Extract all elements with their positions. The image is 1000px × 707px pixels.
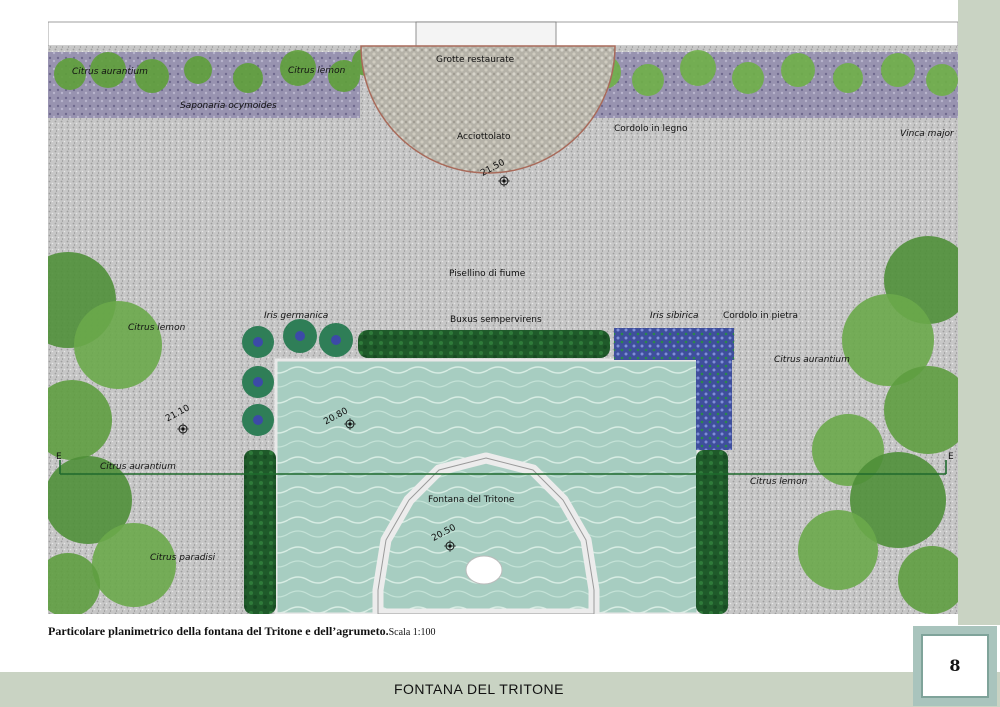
- right-side-band: [958, 0, 1000, 625]
- fountain-statue: [465, 555, 503, 585]
- label-fontana: Fontana del Tritone: [428, 495, 515, 505]
- label-citrus-aurantium-top: Citrus aurantium: [72, 67, 148, 77]
- label-acciottolato: Acciottolato: [457, 132, 511, 142]
- page-number: 8: [949, 656, 961, 675]
- site-plan: Grotte restaurate Citrus aurantium Citru…: [48, 0, 958, 614]
- caption-scale: Scala 1:100: [388, 627, 436, 638]
- label-saponaria: Saponaria ocymoides: [180, 101, 277, 111]
- label-section-right: E: [948, 452, 954, 462]
- site-plan-drawing: Grotte restaurate Citrus aurantium Citru…: [48, 21, 958, 614]
- page-number-frame: 8: [921, 634, 989, 698]
- label-buxus: Buxus sempervirens: [450, 315, 542, 325]
- label-citrus-lemon-left: Citrus lemon: [128, 323, 186, 333]
- label-citrus-lemon-right: Citrus lemon: [750, 477, 808, 487]
- label-citrus-lemon-top: Citrus lemon: [288, 66, 346, 76]
- label-section-left: E: [56, 452, 62, 462]
- label-cordolo-legno: Cordolo in legno: [614, 124, 688, 134]
- label-citrus-aurantium-left: Citrus aurantium: [100, 462, 176, 472]
- label-pisellino: Pisellino di fiume: [449, 269, 526, 279]
- label-vinca: Vinca major: [900, 129, 955, 139]
- label-citrus-paradisi: Citrus paradisi: [150, 553, 216, 563]
- buxus-hedge-top: [358, 330, 610, 358]
- label-iris-sibirica: Iris sibirica: [650, 311, 698, 321]
- footer-title: FONTANA DEL TRITONE: [393, 681, 564, 697]
- label-iris-germanica: Iris germanica: [264, 311, 328, 321]
- grotto-entrance: [415, 21, 557, 47]
- label-citrus-aurantium-right: Citrus aurantium: [774, 355, 850, 365]
- page-number-badge: 8: [913, 626, 997, 706]
- label-cordolo-pietra: Cordolo in pietra: [723, 311, 798, 321]
- plan-caption: Particolare planimetrico della fontana d…: [48, 624, 436, 639]
- label-grotte: Grotte restaurate: [436, 55, 515, 65]
- iris-sibirica-bed-right: [696, 328, 732, 450]
- caption-text: Particolare planimetrico della fontana d…: [48, 624, 389, 638]
